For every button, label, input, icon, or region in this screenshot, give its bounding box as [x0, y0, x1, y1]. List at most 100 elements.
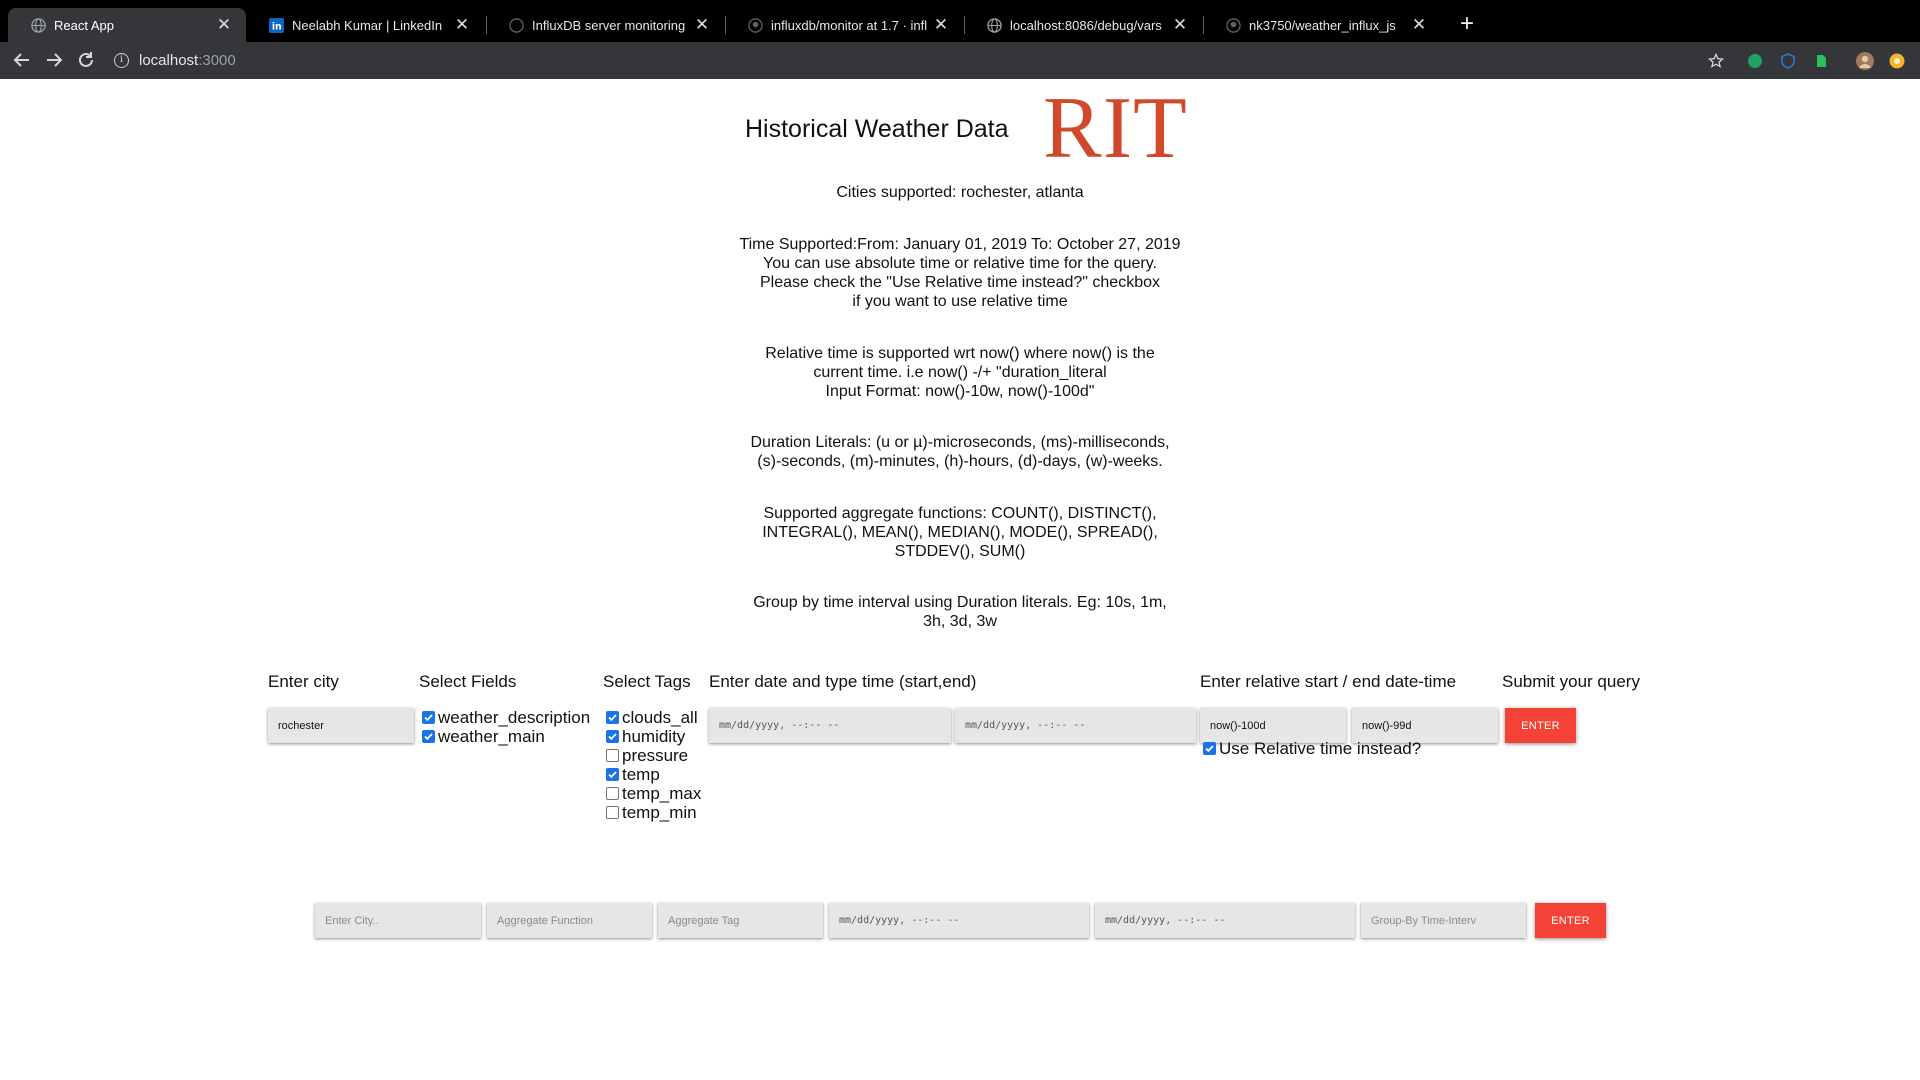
duration-literals-info: Duration Literals: (u or µ)-microseconds…	[660, 433, 1260, 471]
new-tab-icon[interactable]: +	[1455, 12, 1479, 36]
info-text: Input Format: now()-10w, now()-100d"	[825, 383, 1095, 400]
aggregate-function-input[interactable]: Aggregate Function	[487, 903, 652, 938]
browser-toolbar: i localhost:3000	[0, 42, 1920, 79]
shield-extension-icon[interactable]	[1779, 52, 1797, 70]
submit-label: Submit your query	[1502, 672, 1640, 691]
address-bar[interactable]: i localhost:3000	[114, 47, 236, 74]
tag-option[interactable]: temp_min	[606, 803, 701, 822]
extension-green-icon[interactable]	[1746, 52, 1764, 70]
info-text: Cities supported: rochester, atlanta	[836, 184, 1084, 201]
tag-label: clouds_all	[622, 707, 698, 727]
tag-option[interactable]: humidity	[606, 727, 701, 746]
relative-time-info: Relative time is supported wrt now() whe…	[660, 344, 1260, 401]
info-text: if you want to use relative time	[852, 293, 1068, 310]
tab-title: Neelabh Kumar | LinkedIn	[292, 17, 443, 33]
use-relative-label: Use Relative time instead?	[1219, 738, 1422, 758]
end-date-input[interactable]: mm/dd/yyyy, --:-- --	[955, 708, 1196, 743]
tab-debug-vars[interactable]: localhost:8086/debug/vars ✕	[964, 8, 1202, 42]
checkbox[interactable]	[606, 730, 619, 743]
checkbox[interactable]	[606, 711, 619, 724]
use-relative-checkbox[interactable]	[1203, 742, 1216, 755]
aggregate-tag-input[interactable]: Aggregate Tag	[658, 903, 823, 938]
checkbox[interactable]	[606, 806, 619, 819]
info-icon[interactable]: i	[114, 53, 129, 68]
aggregate-end-date-input[interactable]: mm/dd/yyyy, --:-- --	[1095, 903, 1355, 938]
tag-option[interactable]: pressure	[606, 746, 701, 765]
url-port: :3000	[198, 52, 236, 69]
field-label: weather_description	[438, 707, 591, 727]
tag-label: humidity	[622, 726, 686, 746]
info-text: Please check the "Use Relative time inst…	[759, 274, 1160, 291]
checkbox[interactable]	[422, 711, 435, 724]
tab-linkedin[interactable]: in Neelabh Kumar | LinkedIn ✕	[246, 8, 484, 42]
info-text: STDDEV(), SUM()	[894, 543, 1026, 560]
forward-arrow-icon[interactable]	[42, 48, 66, 72]
tab-react-app[interactable]: React App ✕	[8, 8, 246, 42]
rit-logo: RIT	[1043, 80, 1188, 177]
page-title: Historical Weather Data	[745, 115, 1009, 143]
tags-label: Select Tags	[603, 672, 691, 691]
close-tab-icon[interactable]: ✕	[1172, 15, 1188, 35]
aggregate-start-date-input[interactable]: mm/dd/yyyy, --:-- --	[829, 903, 1089, 938]
field-label: weather_main	[438, 726, 545, 746]
info-text: Group by time interval using Duration li…	[753, 594, 1167, 611]
info-text: 3h, 3d, 3w	[923, 613, 997, 630]
tab-title: React App	[54, 17, 114, 33]
bookmark-star-icon[interactable]	[1707, 52, 1725, 70]
close-tab-icon[interactable]: ✕	[933, 15, 949, 35]
tab-title: influxdb/monitor at 1.7 · influxdat	[771, 17, 927, 33]
group-by-interval-input[interactable]: Group-By Time-Interv	[1361, 903, 1526, 938]
close-tab-icon[interactable]: ✕	[454, 15, 470, 35]
globe-icon	[986, 17, 1002, 33]
cities-info: Cities supported: rochester, atlanta	[660, 183, 1260, 202]
checkbox[interactable]	[422, 730, 435, 743]
evernote-icon[interactable]	[1812, 52, 1830, 70]
github-icon	[747, 17, 763, 33]
close-tab-icon[interactable]: ✕	[216, 15, 232, 35]
tag-option[interactable]: clouds_all	[606, 708, 701, 727]
extension-yellow-icon[interactable]	[1888, 52, 1906, 70]
info-text: Supported aggregate functions: COUNT(), …	[763, 505, 1157, 522]
info-text: Duration Literals: (u or µ)-microseconds…	[750, 434, 1170, 451]
info-text: You can use absolute time or relative ti…	[763, 255, 1157, 272]
tab-weather-influx-github[interactable]: nk3750/weather_influx_js ✕	[1203, 8, 1441, 42]
fields-label: Select Fields	[419, 672, 517, 691]
city-input[interactable]: rochester	[268, 708, 414, 743]
close-tab-icon[interactable]: ✕	[694, 15, 710, 35]
tag-label: temp_min	[622, 802, 697, 822]
info-text: current time. i.e now() -/+ "duration_li…	[813, 364, 1107, 381]
aggregate-city-input[interactable]: Enter City..	[315, 903, 481, 938]
close-tab-icon[interactable]: ✕	[1411, 15, 1427, 35]
tab-influxdb-github[interactable]: influxdb/monitor at 1.7 · influxdat ✕	[725, 8, 963, 42]
relative-range-label: Enter relative start / end date-time	[1200, 672, 1457, 691]
group-by-info: Group by time interval using Duration li…	[660, 593, 1260, 631]
back-arrow-icon[interactable]	[10, 48, 34, 72]
checkbox[interactable]	[606, 787, 619, 800]
field-option[interactable]: weather_description	[422, 708, 590, 727]
tag-option[interactable]: temp	[606, 765, 701, 784]
tab-influxdb-monitoring[interactable]: InfluxDB server monitoring | Influ ✕	[486, 8, 724, 42]
time-supported-info: Time Supported:From: January 01, 2019 To…	[660, 235, 1260, 311]
tab-title: localhost:8086/debug/vars	[1010, 17, 1162, 33]
aggregate-enter-button[interactable]: ENTER	[1535, 903, 1606, 938]
use-relative-time-option[interactable]: Use Relative time instead?	[1203, 739, 1421, 758]
query-enter-button[interactable]: ENTER	[1505, 708, 1576, 743]
start-date-input[interactable]: mm/dd/yyyy, --:-- --	[709, 708, 951, 743]
tags-checkbox-list: clouds_all humidity pressure temp temp_m…	[606, 708, 701, 822]
fields-checkbox-list: weather_description weather_main	[422, 708, 590, 746]
checkbox[interactable]	[606, 768, 619, 781]
tag-label: temp_max	[622, 783, 702, 803]
reload-icon[interactable]	[74, 48, 98, 72]
profile-avatar[interactable]	[1856, 52, 1874, 70]
checkbox[interactable]	[606, 749, 619, 762]
info-text: Relative time is supported wrt now() whe…	[765, 345, 1155, 362]
globe-icon	[508, 17, 524, 33]
browser-tab-strip: React App ✕ in Neelabh Kumar | LinkedIn …	[0, 0, 1920, 42]
aggregate-functions-info: Supported aggregate functions: COUNT(), …	[660, 504, 1260, 561]
tag-label: temp	[622, 764, 660, 784]
field-option[interactable]: weather_main	[422, 727, 590, 746]
city-label: Enter city	[268, 672, 339, 691]
globe-icon	[30, 17, 46, 33]
tab-title: nk3750/weather_influx_js	[1249, 17, 1396, 33]
tag-option[interactable]: temp_max	[606, 784, 701, 803]
